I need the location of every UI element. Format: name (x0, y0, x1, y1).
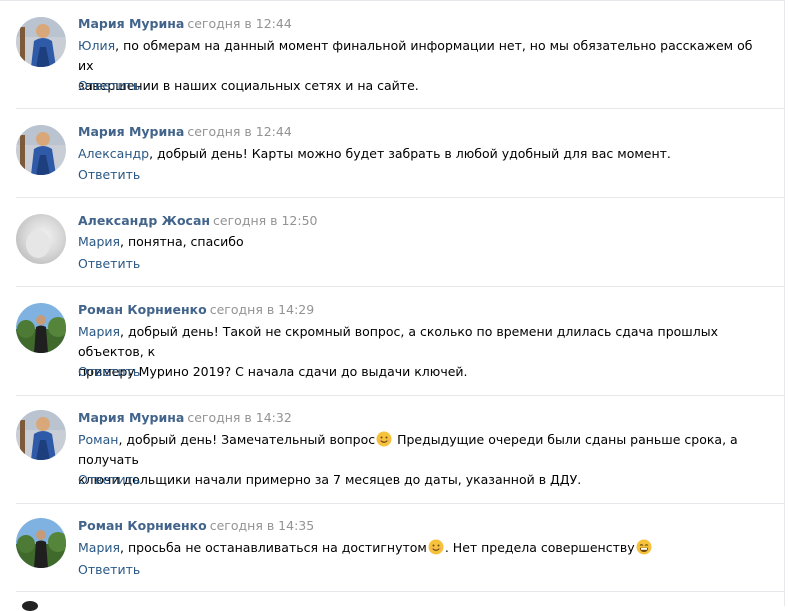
comment-header: Мария Мурина сегодня в 14:32 (78, 410, 292, 426)
comment-text: Мария, просьба не останавливаться на дос… (78, 538, 758, 558)
author-name[interactable]: Роман Корниенко (78, 518, 207, 533)
author-name[interactable]: Мария Мурина (78, 16, 184, 31)
comment-date[interactable]: сегодня в 12:44 (187, 124, 291, 139)
comment-date[interactable]: сегодня в 14:32 (187, 410, 291, 425)
comment-date[interactable]: сегодня в 12:44 (187, 16, 291, 31)
avatar[interactable] (16, 125, 66, 175)
mention-link[interactable]: Мария (78, 234, 120, 249)
comment-text-line: ключи дольщики начали примерно за 7 меся… (78, 472, 582, 487)
comment-item: Роман Корниенко сегодня в 14:35 Мария, пр… (0, 504, 784, 592)
reply-button[interactable]: Ответить (78, 562, 140, 578)
avatar[interactable] (16, 303, 66, 353)
comment-item: Мария Мурина сегодня в 12:44 Юлия, по обм… (0, 0, 784, 109)
comment-text-line: , понятна, спасибо (120, 234, 244, 249)
reply-button[interactable]: Ответить (78, 256, 140, 272)
reply-button[interactable]: Ответить (78, 364, 140, 380)
comment-header: Мария Мурина сегодня в 12:44 (78, 124, 292, 140)
comment-text: Роман, добрый день! Замечательный вопрос… (78, 430, 758, 490)
comment-text-line: , добрый день! Такой не скромный вопрос,… (78, 324, 718, 359)
comment-item: Мария Мурина сегодня в 12:44 Александр, д… (0, 109, 784, 198)
comment-item: Роман Корниенко сегодня в 14:29 Мария, до… (0, 287, 784, 396)
author-name[interactable]: Мария Мурина (78, 124, 184, 139)
comment-text: Мария, добрый день! Такой не скромный во… (78, 322, 758, 382)
comment-text-line: , по обмерам на данный момент финальной … (78, 38, 753, 73)
comment-text-line: , просьба не останавливаться на достигну… (120, 540, 427, 555)
grin-emoji-icon (636, 539, 652, 555)
mention-link[interactable]: Александр (78, 146, 149, 161)
mention-link[interactable]: Мария (78, 324, 120, 339)
reply-button[interactable]: Ответить (78, 78, 140, 94)
smile-emoji-icon (428, 539, 444, 555)
panel-border (784, 0, 785, 606)
author-name[interactable]: Роман Корниенко (78, 302, 207, 317)
avatar[interactable] (16, 410, 66, 460)
comment-text-line: . Нет предела совершенству (444, 540, 635, 555)
comment-text: Александр, добрый день! Карты можно буде… (78, 144, 758, 164)
comment-date[interactable]: сегодня в 12:50 (213, 213, 317, 228)
comment-text-line: , добрый день! Карты можно будет забрать… (149, 146, 671, 161)
avatar[interactable] (16, 17, 66, 67)
reply-button[interactable]: Ответить (78, 472, 140, 488)
avatar[interactable] (22, 601, 38, 611)
comment-date[interactable]: сегодня в 14:35 (210, 518, 314, 533)
avatar[interactable] (16, 214, 66, 264)
comment-item: Мария Мурина сегодня в 14:32 Роман, добры… (0, 396, 784, 504)
comment-text: Мария, понятна, спасибо (78, 232, 758, 252)
avatar[interactable] (16, 518, 66, 568)
comment-header: Александр Жосан сегодня в 12:50 (78, 213, 318, 229)
comment-divider (16, 591, 784, 592)
comment-header: Роман Корниенко сегодня в 14:35 (78, 518, 314, 534)
comment-header: Роман Корниенко сегодня в 14:29 (78, 302, 314, 318)
mention-link[interactable]: Юлия (78, 38, 115, 53)
mention-link[interactable]: Мария (78, 540, 120, 555)
mention-link[interactable]: Роман (78, 432, 118, 447)
smile-emoji-icon (376, 431, 392, 447)
comment-date[interactable]: сегодня в 14:29 (210, 302, 314, 317)
comment-item: Александр Жосан сегодня в 12:50 Мария, по… (0, 198, 784, 287)
author-name[interactable]: Александр Жосан (78, 213, 210, 228)
author-name[interactable]: Мария Мурина (78, 410, 184, 425)
comment-text: Юлия, по обмерам на данный момент финаль… (78, 36, 758, 96)
comment-text-line: , добрый день! Замечательный вопрос (118, 432, 376, 447)
reply-button[interactable]: Ответить (78, 167, 140, 183)
comment-header: Мария Мурина сегодня в 12:44 (78, 16, 292, 32)
